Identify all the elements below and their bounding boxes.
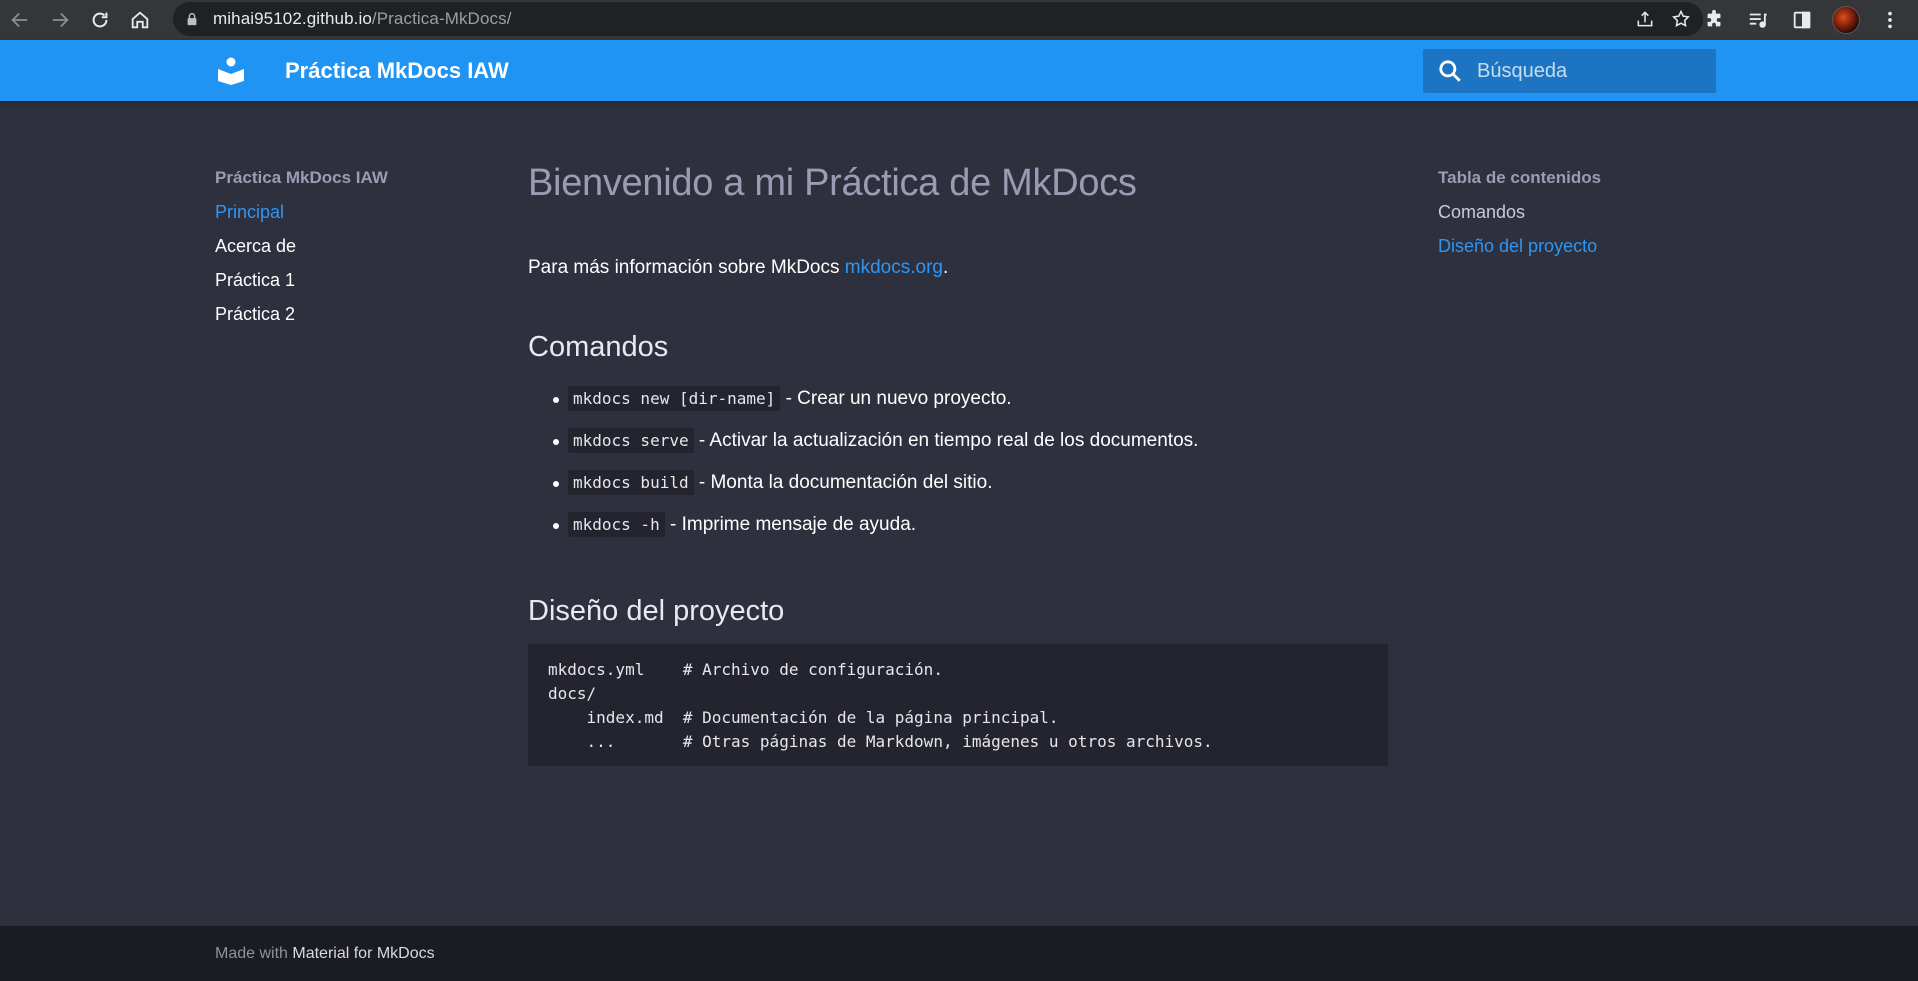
address-bar[interactable]: mihai95102.github.io/Practica-MkDocs/ (173, 2, 1703, 36)
inline-code: mkdocs -h (568, 512, 665, 537)
avatar (1832, 6, 1860, 34)
material-link[interactable]: Material for MkDocs (292, 945, 434, 962)
lock-icon (187, 13, 197, 26)
home-icon[interactable] (120, 2, 160, 38)
main-content: Bienvenido a mi Práctica de MkDocs Para … (528, 160, 1388, 766)
share-icon[interactable] (1635, 9, 1655, 29)
nav-title: Práctica MkDocs IAW (215, 168, 388, 187)
nav-item-practica-2[interactable]: Práctica 2 (215, 304, 475, 325)
section-heading-diseno: Diseño del proyecto (528, 595, 785, 627)
reload-icon[interactable] (80, 2, 120, 38)
site-title[interactable]: Práctica MkDocs IAW (285, 58, 509, 84)
list-item: mkdocs new [dir-name] - Crear un nuevo p… (528, 386, 1388, 429)
book-logo-icon[interactable] (216, 57, 246, 85)
list-item: mkdocs -h - Imprime mensaje de ayuda. (528, 512, 1388, 555)
site-header: Práctica MkDocs IAW (0, 40, 1918, 101)
section-heading-comandos: Comandos (528, 331, 669, 363)
nav-item-principal[interactable]: Principal (215, 202, 475, 223)
site-footer: Made with Material for MkDocs (0, 926, 1918, 981)
mkdocs-link[interactable]: mkdocs.org (845, 257, 943, 278)
url-text: mihai95102.github.io/Practica-MkDocs/ (213, 9, 512, 28)
kebab-menu-icon[interactable] (1870, 2, 1910, 38)
code-block: mkdocs.yml # Archivo de configuración. d… (528, 644, 1388, 766)
media-control-icon[interactable] (1738, 2, 1778, 38)
search-box[interactable] (1423, 49, 1716, 93)
toc-item-diseno[interactable]: Diseño del proyecto (1438, 236, 1698, 257)
search-icon (1439, 60, 1461, 82)
page-title: Bienvenido a mi Práctica de MkDocs (528, 162, 1137, 204)
forward-arrow-icon[interactable] (40, 2, 80, 38)
browser-toolbar: mihai95102.github.io/Practica-MkDocs/ (0, 0, 1918, 40)
nav-item-practica-1[interactable]: Práctica 1 (215, 270, 475, 291)
star-icon[interactable] (1671, 9, 1691, 29)
extensions-icon[interactable] (1694, 2, 1734, 38)
profile-avatar[interactable] (1826, 2, 1866, 38)
table-of-contents: Tabla de contenidos Comandos Diseño del … (1438, 168, 1698, 270)
primary-nav: Práctica MkDocs IAW Principal Acerca de … (215, 168, 475, 338)
list-item: mkdocs build - Monta la documentación de… (528, 470, 1388, 513)
nav-item-acerca-de[interactable]: Acerca de (215, 236, 475, 257)
side-panel-icon[interactable] (1782, 2, 1822, 38)
list-item: mkdocs serve - Activar la actualización … (528, 428, 1388, 471)
commands-list: mkdocs new [dir-name] - Crear un nuevo p… (528, 386, 1388, 555)
toc-title: Tabla de contenidos (1438, 168, 1602, 187)
toc-item-comandos[interactable]: Comandos (1438, 202, 1698, 223)
inline-code: mkdocs serve (568, 428, 694, 453)
footer-credit: Made with Material for MkDocs (215, 945, 435, 962)
search-input[interactable] (1477, 59, 1697, 83)
inline-code: mkdocs new [dir-name] (568, 386, 781, 411)
intro-paragraph: Para más información sobre MkDocs mkdocs… (528, 257, 949, 278)
inline-code: mkdocs build (568, 470, 694, 495)
back-arrow-icon[interactable] (0, 2, 40, 38)
